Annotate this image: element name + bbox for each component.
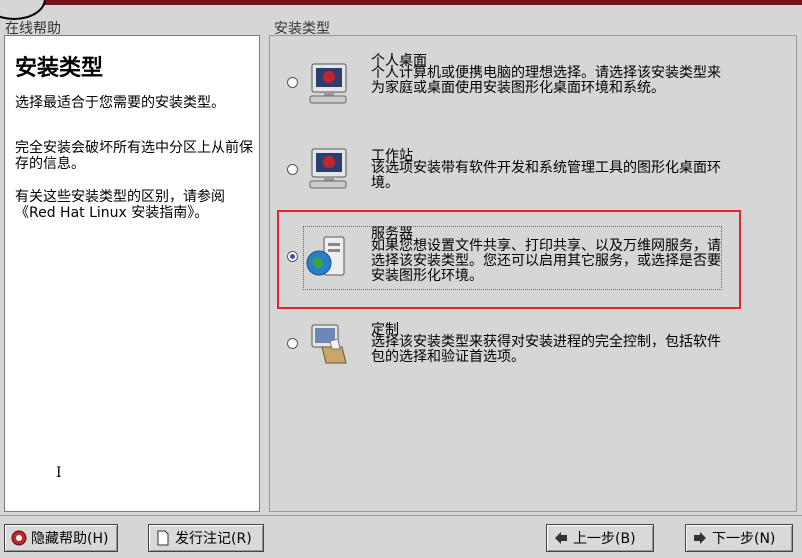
text-cursor-icon: I — [56, 465, 62, 481]
option-description: 选择该安装类型来获得对安装进程的完全控制，包括软件包的选择和验证首选项。 — [371, 334, 721, 365]
desktop-monitor-icon — [309, 63, 347, 104]
radio-workstation[interactable] — [287, 164, 298, 175]
help-paragraph: 有关这些安装类型的区别，请参阅《Red Hat Linux 安装指南》。 — [15, 189, 225, 221]
help-paragraph: 选择最适合于您需要的安装类型。 — [15, 95, 225, 111]
help-heading: 安装类型 — [15, 55, 104, 81]
help-paragraph: 完全安装会破坏所有选中分区上从前保存的信息。 — [15, 140, 253, 172]
lifebuoy-icon — [11, 530, 27, 546]
arrow-left-icon — [555, 532, 567, 544]
radio-custom[interactable] — [287, 338, 298, 349]
bottom-separator — [0, 515, 802, 516]
hide-help-button[interactable]: 隐藏帮助(H) — [4, 524, 118, 552]
button-label: 下一步(N) — [712, 531, 776, 547]
installer-logo-icon — [0, 0, 46, 20]
workstation-monitor-icon — [309, 148, 347, 189]
button-label: 隐藏帮助(H) — [31, 531, 109, 547]
document-icon — [157, 530, 169, 546]
window-top-bar — [0, 0, 802, 5]
option-description: 个人计算机或便携电脑的理想选择。请选择该安装类型来为家庭或桌面使用安装图形化桌面… — [371, 65, 721, 96]
option-description: 该选项安装带有软件开发和系统管理工具的图形化桌面环境。 — [371, 160, 721, 191]
radio-personal-desktop[interactable] — [287, 77, 298, 88]
custom-package-icon — [311, 324, 347, 364]
next-button[interactable]: 下一步(N) — [685, 524, 793, 552]
button-label: 上一步(B) — [573, 531, 636, 547]
back-button[interactable]: 上一步(B) — [546, 524, 654, 552]
arrow-right-icon — [694, 532, 706, 544]
button-label: 发行注记(R) — [175, 531, 252, 547]
release-notes-button[interactable]: 发行注记(R) — [148, 524, 264, 552]
highlight-annotation-box — [277, 210, 741, 309]
help-panel: 安装类型 选择最适合于您需要的安装类型。 完全安装会破坏所有选中分区上从前保存的… — [4, 35, 260, 512]
